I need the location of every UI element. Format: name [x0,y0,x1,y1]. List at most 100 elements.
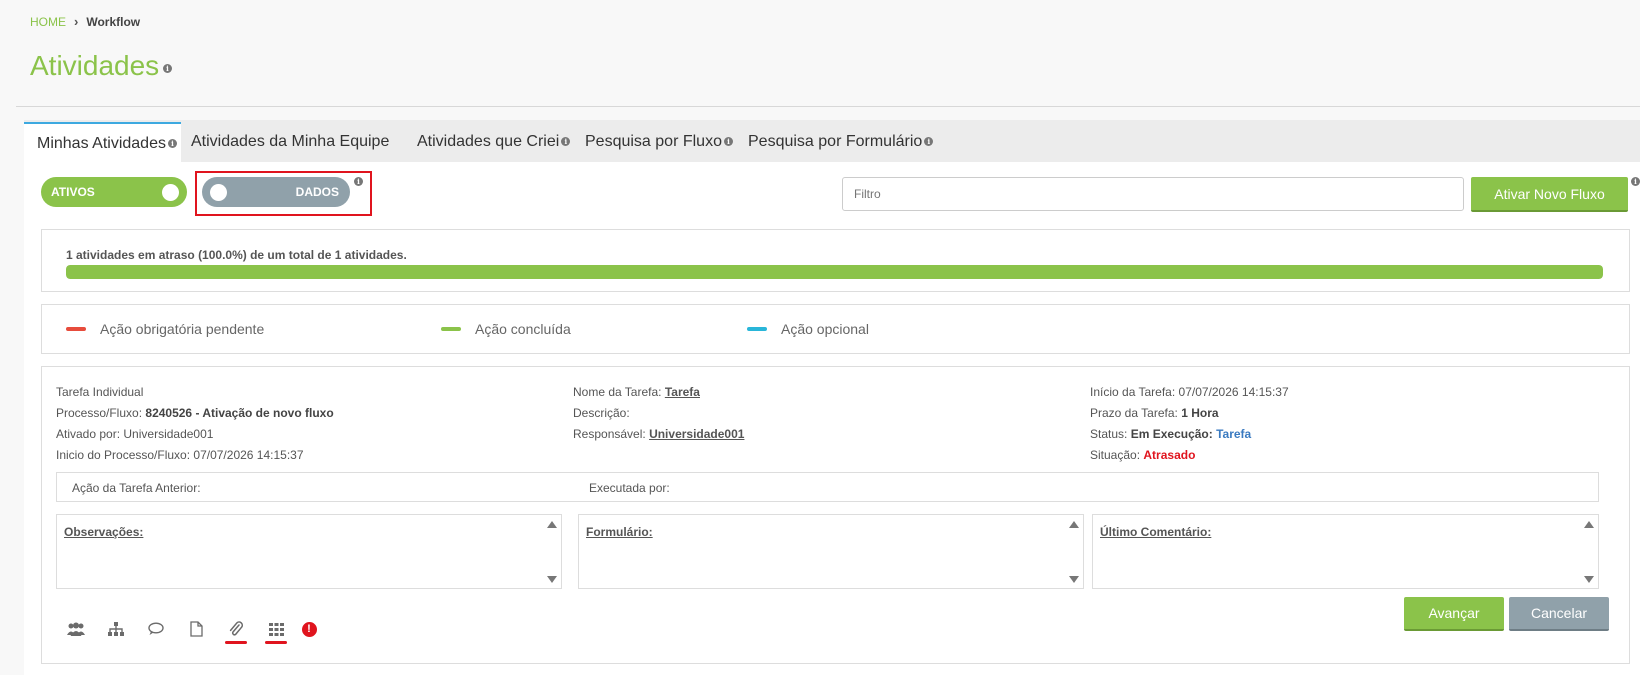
scroll-up-icon[interactable] [547,521,557,528]
prazo-field: Prazo da Tarefa: 1 Hora [1090,406,1219,420]
formulario-box[interactable]: Formulário: [578,514,1084,589]
inicio-tarefa-field: Início da Tarefa: 07/07/2026 14:15:37 [1090,385,1289,399]
scroll-up-icon[interactable] [1584,521,1594,528]
legend-item: Ação concluída [441,321,571,337]
ultimo-comentario-box[interactable]: Último Comentário: [1092,514,1599,589]
observacoes-box[interactable]: Observações: [56,514,562,589]
tab-label: Atividades que Criei [417,133,560,150]
inicio-tarefa-label: Início da Tarefa: [1090,385,1176,399]
tab-label: Pesquisa por Fluxo [585,133,722,150]
inicio-tarefa-value: 07/07/2026 14:15:37 [1178,385,1289,399]
legend-item: Ação opcional [747,321,869,337]
alert-icon[interactable]: ! [299,619,319,639]
scroll-up-icon[interactable] [1069,521,1079,528]
legend-label: Ação concluída [475,321,571,337]
previous-action-row [56,472,1599,502]
descricao-label: Descrição: [573,406,630,420]
tab-label: Minhas Atividades [37,135,166,152]
executada-por-label: Executada por: [589,481,670,495]
info-icon[interactable]: i [561,137,571,146]
prazo-label: Prazo da Tarefa: [1090,406,1178,420]
responsavel-field: Responsável: Universidade001 [573,427,744,441]
ativado-value: Universidade001 [123,427,214,441]
dados-toggle-label: DADOS [295,185,339,199]
nome-tarefa-label: Nome da Tarefa: [573,385,662,399]
descricao-field: Descrição: [573,406,630,420]
dados-toggle[interactable]: DADOS [202,177,350,207]
prazo-value: 1 Hora [1181,406,1219,420]
status-task: Tarefa [1216,427,1252,441]
paperclip-icon[interactable] [226,619,246,639]
status-value: Em Execução: [1130,427,1213,441]
responsavel-label: Responsável: [573,427,646,441]
tab-pesquisa-por-fluxo[interactable]: Pesquisa por Fluxo i [585,122,733,162]
progress-bar [66,265,1603,279]
scroll-down-icon[interactable] [1584,576,1594,583]
pending-indicator [265,641,287,644]
breadcrumb: HOME › Workflow [30,14,140,29]
info-icon[interactable]: i [354,177,363,186]
ativar-novo-fluxo-button[interactable]: Ativar Novo Fluxo [1471,177,1628,212]
progress-text: 1 atividades em atraso (100.0%) de um to… [66,248,407,262]
inicio-processo-value: 07/07/2026 14:15:37 [193,448,304,462]
processo-value: 8240526 - Ativação de novo fluxo [145,406,334,420]
acao-anterior-label: Ação da Tarefa Anterior: [72,481,201,495]
legend-label: Ação opcional [781,321,869,337]
cancelar-button[interactable]: Cancelar [1509,597,1609,631]
observacoes-label: Observações: [64,525,144,539]
info-icon[interactable]: i [924,137,934,146]
sitemap-icon[interactable] [106,619,126,639]
situacao-field: Situação: Atrasado [1090,448,1195,462]
ativos-toggle-label: ATIVOS [51,185,95,199]
alert-glyph: ! [301,621,317,637]
situacao-value: Atrasado [1143,448,1196,462]
ultimo-comentario-label: Último Comentário: [1100,525,1212,539]
tab-pesquisa-por-formulario[interactable]: Pesquisa por Formulário i [748,122,934,162]
ativado-label: Ativado por: [56,427,121,441]
legend-label: Ação obrigatória pendente [100,321,265,337]
tab-atividades-minha-equipe[interactable]: Atividades da Minha Equipe [191,122,389,162]
filter-input[interactable] [842,177,1464,211]
document-icon[interactable] [186,619,206,639]
legend-swatch [747,327,767,331]
inicio-processo-field: Inicio do Processo/Fluxo: 07/07/2026 14:… [56,448,304,462]
breadcrumb-chevron-icon: › [74,14,79,29]
info-icon[interactable]: i [723,137,733,146]
inicio-processo-label: Inicio do Processo/Fluxo: [56,448,191,462]
progress-fill [66,265,1603,279]
users-icon[interactable] [66,619,86,639]
scroll-down-icon[interactable] [547,576,557,583]
toggle-knob [210,184,227,201]
tab-atividades-que-criei[interactable]: Atividades que Criei i [417,122,571,162]
processo-field: Processo/Fluxo: 8240526 - Ativação de no… [56,406,334,420]
ativos-toggle[interactable]: ATIVOS [41,177,187,207]
legend-item: Ação obrigatória pendente [66,321,264,337]
legend-swatch [441,327,461,331]
status-field: Status: Em Execução: Tarefa [1090,427,1251,441]
formulario-label: Formulário: [586,525,653,539]
info-icon[interactable]: i [167,139,177,148]
ativado-field: Ativado por: Universidade001 [56,427,213,441]
grid-icon[interactable] [266,619,286,639]
avancar-button[interactable]: Avançar [1404,597,1504,631]
info-icon[interactable]: i [163,64,172,73]
page-title: Atividades [30,50,160,81]
info-icon[interactable]: i [1631,177,1640,186]
comment-icon[interactable] [146,619,166,639]
situacao-label: Situação: [1090,448,1141,462]
toggle-knob [162,184,179,201]
breadcrumb-current: Workflow [86,14,141,29]
nome-tarefa-link[interactable]: Tarefa [665,385,700,399]
tab-label: Pesquisa por Formulário [748,133,923,150]
tab-label: Atividades da Minha Equipe [191,133,390,150]
status-label: Status: [1090,427,1128,441]
legend-swatch [66,327,86,331]
processo-label: Processo/Fluxo: [56,406,143,420]
tab-minhas-atividades[interactable]: Minhas Atividades i [24,122,181,162]
responsavel-link[interactable]: Universidade001 [649,427,744,441]
pending-indicator [225,641,247,644]
divider [16,106,1640,107]
task-type: Tarefa Individual [56,385,144,399]
scroll-down-icon[interactable] [1069,576,1079,583]
breadcrumb-home-link[interactable]: HOME [30,15,66,29]
